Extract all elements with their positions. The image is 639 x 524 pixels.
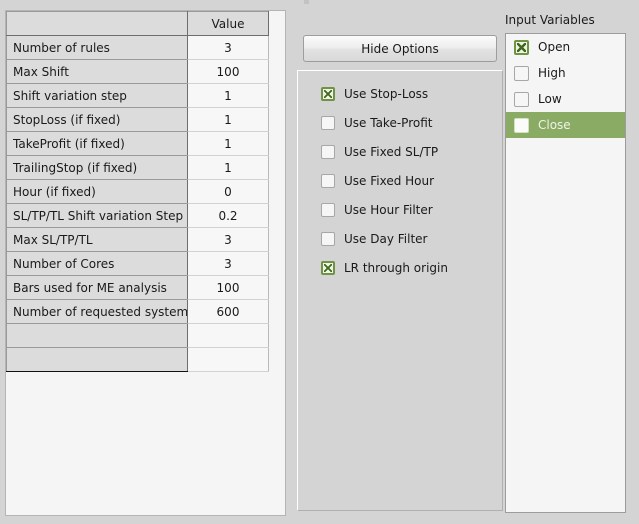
parameter-name-cell[interactable]: SL/TP/TL Shift variation Step xyxy=(6,203,188,228)
checkbox-unchecked-icon[interactable] xyxy=(321,145,335,159)
input-variable-row[interactable]: Open xyxy=(506,34,625,60)
parameter-name-cell[interactable]: Hour (if fixed) xyxy=(6,179,188,204)
parameter-value-cell[interactable]: 3 xyxy=(187,251,269,276)
option-label: Use Take-Profit xyxy=(344,116,433,130)
table-header-row: Value xyxy=(6,11,269,36)
checkbox-unchecked-icon[interactable] xyxy=(514,65,529,81)
table-row[interactable]: Number of Cores 3 xyxy=(6,251,269,276)
checkbox-unchecked-icon[interactable] xyxy=(321,116,335,130)
table-row[interactable] xyxy=(6,323,269,348)
checkbox-unchecked-icon[interactable] xyxy=(514,91,529,107)
parameter-name-cell[interactable]: TakeProfit (if fixed) xyxy=(6,131,188,156)
checkbox-unchecked-icon[interactable] xyxy=(321,174,335,188)
input-variable-label: Close xyxy=(538,118,571,132)
parameter-name-cell[interactable] xyxy=(6,347,188,372)
option-label: Use Stop-Loss xyxy=(344,87,429,101)
parameter-value-cell[interactable]: 100 xyxy=(187,275,269,300)
input-variable-label: Low xyxy=(538,92,562,106)
checkbox-unchecked-icon[interactable] xyxy=(321,232,335,246)
parameters-table-body: Number of rules 3 Max Shift 100 Shift variat… xyxy=(6,35,269,372)
option-row[interactable]: LR through origin xyxy=(321,259,448,277)
input-variable-row[interactable]: Low xyxy=(506,86,625,112)
checkbox-checked-icon[interactable] xyxy=(321,87,335,101)
table-row[interactable]: TrailingStop (if fixed) 1 xyxy=(6,155,269,180)
input-variables-list[interactable]: Open High Low Close xyxy=(505,33,626,513)
parameter-value-cell[interactable]: 100 xyxy=(187,59,269,84)
table-row[interactable]: Shift variation step 1 xyxy=(6,83,269,108)
input-variables-title: Input Variables xyxy=(505,13,595,27)
parameter-name-cell[interactable]: StopLoss (if fixed) xyxy=(6,107,188,132)
parameters-table: Value Number of rules 3 Max Shift 100 Shift … xyxy=(6,11,269,372)
input-variable-row[interactable]: High xyxy=(506,60,625,86)
parameter-value-cell[interactable]: 1 xyxy=(187,107,269,132)
table-row[interactable]: Max Shift 100 xyxy=(6,59,269,84)
option-row[interactable]: Use Fixed SL/TP xyxy=(321,143,438,161)
parameter-value-cell[interactable]: 0 xyxy=(187,179,269,204)
option-row[interactable]: Use Stop-Loss xyxy=(321,85,428,103)
checkbox-unchecked-icon[interactable] xyxy=(514,117,529,133)
parameter-value-cell[interactable]: 0.2 xyxy=(187,203,269,228)
option-row[interactable]: Use Hour Filter xyxy=(321,201,433,219)
parameter-name-cell[interactable]: Max SL/TP/TL xyxy=(6,227,188,252)
parameter-value-cell[interactable]: 3 xyxy=(187,35,269,60)
parameter-name-cell[interactable]: TrailingStop (if fixed) xyxy=(6,155,188,180)
table-row[interactable]: Number of rules 3 xyxy=(6,35,269,60)
parameter-name-cell[interactable] xyxy=(6,323,188,348)
parameter-value-cell[interactable] xyxy=(187,323,269,348)
option-label: Use Fixed SL/TP xyxy=(344,145,439,159)
checkbox-checked-icon[interactable] xyxy=(321,261,335,275)
parameter-name-cell[interactable]: Max Shift xyxy=(6,59,188,84)
options-group-box: Use Stop-Loss Use Take-Profit Use Fixed SL… xyxy=(297,70,503,511)
table-row[interactable] xyxy=(6,347,269,372)
column-header-name[interactable] xyxy=(6,11,188,36)
parameter-value-cell[interactable]: 3 xyxy=(187,227,269,252)
option-row[interactable]: Use Fixed Hour xyxy=(321,172,434,190)
parameter-name-cell[interactable]: Number of requested systems xyxy=(6,299,188,324)
parameter-name-cell[interactable]: Number of Cores xyxy=(6,251,188,276)
parameter-value-cell[interactable]: 1 xyxy=(187,83,269,108)
table-row[interactable]: Number of requested systems 600 xyxy=(6,299,269,324)
table-row[interactable]: SL/TP/TL Shift variation Step 0.2 xyxy=(6,203,269,228)
parameter-value-cell[interactable] xyxy=(187,347,269,372)
parameter-name-cell[interactable]: Number of rules xyxy=(6,35,188,60)
parameters-panel: Value Number of rules 3 Max Shift 100 Shift … xyxy=(5,10,286,516)
table-row[interactable]: Hour (if fixed) 0 xyxy=(6,179,269,204)
table-row[interactable]: TakeProfit (if fixed) 1 xyxy=(6,131,269,156)
parameter-name-cell[interactable]: Shift variation step xyxy=(6,83,188,108)
table-row[interactable]: StopLoss (if fixed) 1 xyxy=(6,107,269,132)
input-variable-row[interactable]: Close xyxy=(506,112,625,138)
hide-options-button[interactable]: Hide Options xyxy=(303,35,497,62)
input-variable-label: Open xyxy=(538,40,571,54)
parameter-name-cell[interactable]: Bars used for ME analysis xyxy=(6,275,188,300)
clipped-title-glyph xyxy=(304,0,309,4)
parameter-value-cell[interactable]: 1 xyxy=(187,155,269,180)
input-variable-label: High xyxy=(538,66,566,80)
parameter-value-cell[interactable]: 600 xyxy=(187,299,269,324)
option-label: LR through origin xyxy=(344,261,448,275)
checkbox-checked-icon[interactable] xyxy=(514,39,529,55)
option-label: Use Hour Filter xyxy=(344,203,433,217)
table-row[interactable]: Max SL/TP/TL 3 xyxy=(6,227,269,252)
option-row[interactable]: Use Take-Profit xyxy=(321,114,432,132)
option-row[interactable]: Use Day Filter xyxy=(321,230,427,248)
table-row[interactable]: Bars used for ME analysis 100 xyxy=(6,275,269,300)
option-label: Use Day Filter xyxy=(344,232,428,246)
parameter-value-cell[interactable]: 1 xyxy=(187,131,269,156)
option-label: Use Fixed Hour xyxy=(344,174,435,188)
checkbox-unchecked-icon[interactable] xyxy=(321,203,335,217)
column-header-value[interactable]: Value xyxy=(187,11,269,36)
